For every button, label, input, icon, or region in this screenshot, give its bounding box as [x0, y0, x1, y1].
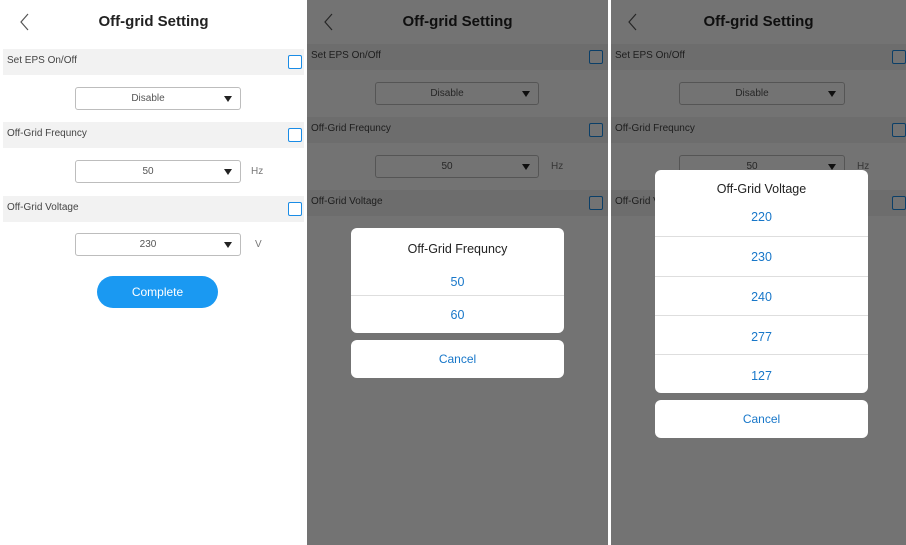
picker-title: Off-Grid Voltage	[716, 182, 807, 196]
caret-down-icon	[224, 96, 232, 102]
frequency-row: Off-Grid Frequncy	[3, 122, 304, 148]
voltage-value: 230	[139, 239, 157, 250]
option-230[interactable]: 230	[655, 237, 868, 277]
caret-down-icon	[224, 242, 232, 248]
voltage-picker-sheet: Off-Grid Voltage 220 230 240 277 127	[655, 170, 868, 393]
voltage-checkbox[interactable]	[288, 202, 302, 216]
eps-dropdown[interactable]: Disable	[75, 87, 241, 110]
page-title: Off-grid Setting	[98, 13, 209, 30]
frequency-value: 50	[142, 166, 154, 177]
header: Off-grid Setting	[3, 0, 304, 44]
voltage-row: Off-Grid Voltage	[3, 196, 304, 222]
eps-value: Disable	[131, 93, 165, 104]
frequency-picker-sheet: Off-Grid Frequncy 50 60	[351, 228, 564, 333]
voltage-label: Off-Grid Voltage	[7, 202, 79, 213]
separator	[655, 354, 868, 355]
frequency-dropdown[interactable]: 50	[75, 160, 241, 183]
settings-screen: Off-grid Setting Set EPS On/Off Disable …	[3, 0, 304, 545]
option-277[interactable]: 277	[655, 317, 868, 357]
cancel-button[interactable]: Cancel	[351, 340, 564, 378]
option-220[interactable]: 220	[655, 197, 868, 237]
voltage-unit: V	[255, 239, 262, 250]
voltage-picker-screen: Off-grid Setting Set EPS On/Off Disable …	[611, 0, 906, 545]
frequency-checkbox[interactable]	[288, 128, 302, 142]
caret-down-icon	[224, 169, 232, 175]
separator	[655, 315, 868, 316]
voltage-dropdown[interactable]: 230	[75, 233, 241, 256]
frequency-picker-screen: Off-grid Setting Set EPS On/Off Disable …	[307, 0, 608, 545]
frequency-label: Off-Grid Frequncy	[7, 128, 87, 139]
picker-title: Off-Grid Frequncy	[407, 242, 508, 256]
option-127[interactable]: 127	[655, 356, 868, 393]
cancel-button[interactable]: Cancel	[655, 400, 868, 438]
eps-checkbox[interactable]	[288, 55, 302, 69]
complete-button[interactable]: Complete	[97, 276, 218, 308]
eps-label: Set EPS On/Off	[7, 55, 77, 66]
option-60[interactable]: 60	[351, 295, 564, 333]
eps-row: Set EPS On/Off	[3, 49, 304, 75]
option-240[interactable]: 240	[655, 277, 868, 317]
frequency-unit: Hz	[251, 166, 264, 177]
